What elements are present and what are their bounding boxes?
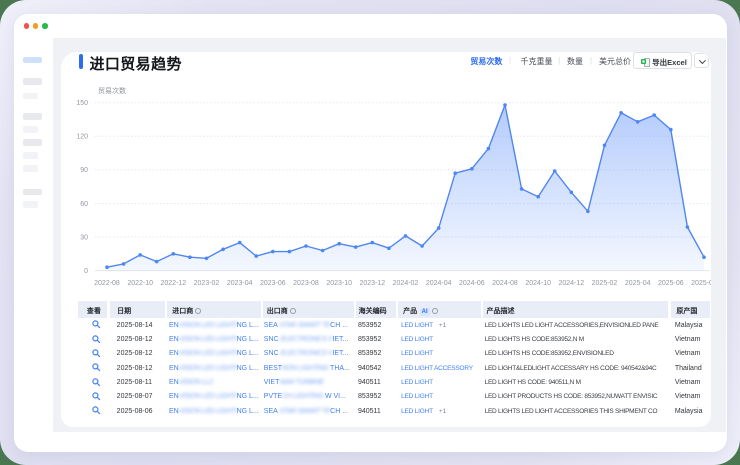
svg-text:2024-02: 2024-02: [393, 280, 419, 287]
svg-text:2022-12: 2022-12: [160, 280, 186, 287]
svg-text:2023-08: 2023-08: [293, 280, 319, 287]
svg-text:2024-06: 2024-06: [459, 280, 485, 287]
svg-text:2023-04: 2023-04: [227, 280, 253, 287]
svg-text:90: 90: [80, 168, 88, 175]
svg-text:120: 120: [76, 134, 88, 141]
svg-text:2022-08: 2022-08: [94, 280, 120, 287]
svg-text:2025-06: 2025-06: [658, 280, 684, 287]
svg-text:2024-12: 2024-12: [558, 280, 584, 287]
svg-text:60: 60: [80, 201, 88, 208]
svg-text:2022-10: 2022-10: [127, 280, 153, 287]
svg-text:2024-04: 2024-04: [426, 280, 452, 287]
svg-text:0: 0: [84, 268, 88, 275]
svg-text:2023-02: 2023-02: [194, 280, 220, 287]
svg-text:2025-04: 2025-04: [625, 280, 651, 287]
svg-text:2023-06: 2023-06: [260, 280, 286, 287]
svg-text:30: 30: [80, 235, 88, 242]
svg-text:2023-10: 2023-10: [326, 280, 352, 287]
svg-text:150: 150: [76, 100, 88, 107]
svg-text:2024-10: 2024-10: [525, 280, 551, 287]
svg-text:2023-12: 2023-12: [359, 280, 385, 287]
svg-text:2024-08: 2024-08: [492, 280, 518, 287]
svg-text:2025-02: 2025-02: [592, 280, 618, 287]
svg-text:2025-08: 2025-08: [691, 280, 711, 287]
